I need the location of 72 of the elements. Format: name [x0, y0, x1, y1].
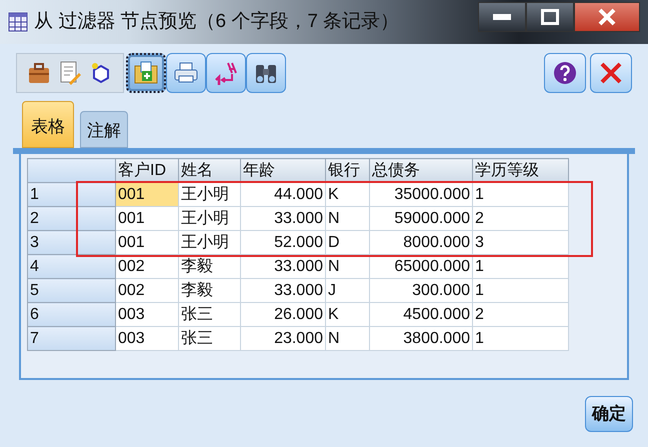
- row-number[interactable]: 4: [28, 254, 116, 278]
- row-number[interactable]: 3: [28, 230, 116, 254]
- close-icon: [598, 60, 624, 86]
- table-cell: J: [326, 278, 370, 302]
- table-cell: 44.000: [240, 182, 326, 206]
- table-cell: 1: [472, 278, 568, 302]
- briefcase-icon[interactable]: [27, 61, 51, 85]
- table-icon: [8, 12, 28, 32]
- table-cell: 52.000: [240, 230, 326, 254]
- maximize-button[interactable]: [526, 2, 574, 32]
- tab[interactable]: 注解: [80, 110, 128, 148]
- column-header[interactable]: 学历等级: [472, 158, 568, 182]
- close-icon: [597, 8, 617, 26]
- table-cell: 003: [116, 326, 178, 350]
- row-number[interactable]: 7: [28, 326, 116, 350]
- table-cell: 001: [116, 230, 178, 254]
- table-cell: 300.000: [370, 278, 472, 302]
- folder-add-button[interactable]: [126, 53, 166, 93]
- table-cell: 王小明: [178, 182, 240, 206]
- table-cell: 33.000: [240, 206, 326, 230]
- column-header[interactable]: 总债务: [370, 158, 472, 182]
- table-cell: 张三: [178, 302, 240, 326]
- table-cell: 26.000: [240, 302, 326, 326]
- table-cell: D: [326, 230, 370, 254]
- printer-icon: [173, 61, 199, 85]
- sort-icon: [213, 60, 239, 86]
- column-header[interactable]: 银行: [326, 158, 370, 182]
- close-button[interactable]: [574, 2, 640, 32]
- table-cell: 张三: [178, 326, 240, 350]
- document-edit-icon[interactable]: [59, 61, 81, 85]
- help-icon: [552, 60, 578, 86]
- minimize-button[interactable]: [478, 2, 526, 32]
- table-cell: K: [326, 302, 370, 326]
- table-cell: 8000.000: [370, 230, 472, 254]
- window-title: 从 过滤器 节点预览（6 个字段，7 条记录）: [34, 10, 400, 34]
- row-number[interactable]: 1: [28, 182, 116, 206]
- table-cell: 001: [116, 182, 178, 206]
- column-header[interactable]: 姓名: [178, 158, 240, 182]
- table-cell: 李毅: [178, 278, 240, 302]
- table-cell: 3: [472, 230, 568, 254]
- table-cell: 23.000: [240, 326, 326, 350]
- table-cell: 59000.000: [370, 206, 472, 230]
- table-cell: 王小明: [178, 230, 240, 254]
- folder-add-icon: [133, 61, 159, 85]
- table-cell: 4500.000: [370, 302, 472, 326]
- minimize-icon: [493, 14, 511, 20]
- table-cell: K: [326, 182, 370, 206]
- ok-button[interactable]: 确定: [585, 396, 633, 432]
- table-cell: 35000.000: [370, 182, 472, 206]
- table-cell: N: [326, 206, 370, 230]
- binoculars-button[interactable]: [246, 53, 286, 93]
- row-number[interactable]: 5: [28, 278, 116, 302]
- column-header[interactable]: 年龄: [240, 158, 326, 182]
- column-header[interactable]: 客户ID: [116, 158, 178, 182]
- table-cell: N: [326, 326, 370, 350]
- row-number[interactable]: 6: [28, 302, 116, 326]
- table-cell: 3800.000: [370, 326, 472, 350]
- table-cell: 2: [472, 206, 568, 230]
- table-cell: 2: [472, 302, 568, 326]
- table-cell: 33.000: [240, 278, 326, 302]
- table-cell: 003: [116, 302, 178, 326]
- table-cell: 王小明: [178, 206, 240, 230]
- tab[interactable]: 表格: [22, 100, 74, 148]
- maximize-icon: [541, 9, 559, 25]
- table-cell: 001: [116, 206, 178, 230]
- help-button[interactable]: [544, 53, 586, 93]
- table-cell: 1: [472, 326, 568, 350]
- table-cell: 002: [116, 278, 178, 302]
- table-cell: 1: [472, 182, 568, 206]
- row-number[interactable]: 2: [28, 206, 116, 230]
- sort-button[interactable]: [206, 53, 246, 93]
- printer-button[interactable]: [166, 53, 206, 93]
